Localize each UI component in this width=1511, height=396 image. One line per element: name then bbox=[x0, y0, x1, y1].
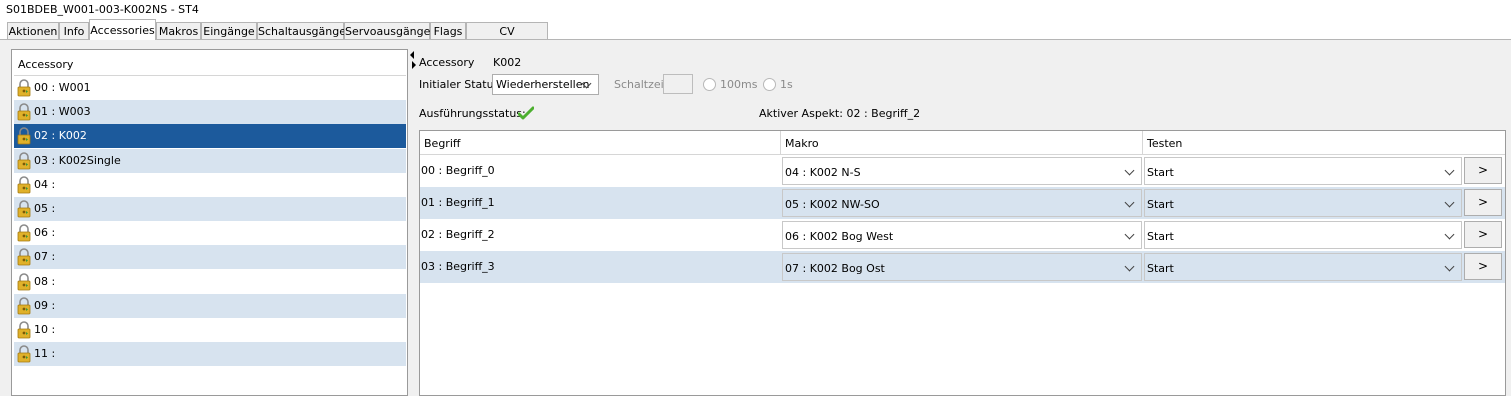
window-titlebar: S01BDEB_W001-003-K002NS - ST4 bbox=[0, 0, 1511, 18]
lock-icon bbox=[17, 176, 31, 194]
accessory-item-label: 09 : bbox=[34, 298, 56, 312]
header-makro[interactable]: Makro bbox=[781, 131, 1143, 155]
makro-select[interactable]: 07 : K002 Bog Ost bbox=[782, 253, 1142, 281]
makro-select[interactable]: 06 : K002 Bog West bbox=[782, 221, 1142, 249]
table-row[interactable]: 01 : Begriff_1 05 : K002 NW-SO Start > bbox=[420, 187, 1505, 219]
accessory-list-item[interactable]: 08 : bbox=[14, 269, 406, 294]
makro-select[interactable]: 04 : K002 N-S bbox=[782, 157, 1142, 185]
accessory-list-item[interactable]: 05 : bbox=[14, 197, 406, 221]
accessory-list-item[interactable]: 10 : bbox=[14, 318, 406, 342]
header-testen[interactable]: Testen bbox=[1143, 131, 1505, 155]
accessory-list-item[interactable]: 09 : bbox=[14, 293, 406, 318]
accessory-item-label: 06 : bbox=[34, 226, 56, 240]
table-row[interactable]: 00 : Begriff_0 04 : K002 N-S Start > bbox=[420, 155, 1505, 187]
lock-icon bbox=[17, 103, 31, 121]
lock-icon bbox=[17, 79, 31, 97]
begriff-cell: 02 : Begriff_2 bbox=[421, 228, 495, 241]
testen-select[interactable]: Start bbox=[1144, 157, 1462, 185]
tab-servoausgaenge[interactable]: Servoausgänge bbox=[344, 22, 430, 39]
accessory-list-item[interactable]: 02 : K002 bbox=[14, 124, 406, 149]
collapse-right-arrow-icon[interactable] bbox=[412, 61, 416, 69]
accessory-list-item[interactable]: 06 : bbox=[14, 221, 406, 246]
tab-flags[interactable]: Flags bbox=[430, 22, 466, 39]
lock-icon bbox=[17, 297, 31, 315]
chevron-down-icon bbox=[1444, 197, 1455, 208]
accessory-item-label: 03 : K002Single bbox=[34, 153, 121, 167]
test-run-button[interactable]: > bbox=[1464, 253, 1502, 280]
accessory-list-item[interactable]: 04 : bbox=[14, 172, 406, 197]
accessory-item-label: 05 : bbox=[34, 202, 56, 215]
accessory-item-label: 10 : bbox=[34, 323, 56, 336]
accessory-list-item[interactable]: 00 : W001 bbox=[14, 76, 406, 100]
testen-select[interactable]: Start bbox=[1144, 253, 1462, 281]
check-icon bbox=[518, 106, 534, 120]
testen-select[interactable]: Start bbox=[1144, 189, 1462, 217]
chevron-down-icon bbox=[1124, 197, 1135, 208]
begriff-cell: 03 : Begriff_3 bbox=[421, 260, 495, 273]
accessory-list-item[interactable]: 07 : bbox=[14, 245, 406, 270]
tab-aktionen[interactable]: Aktionen bbox=[7, 22, 59, 39]
accessory-list-header: Accessory bbox=[14, 53, 406, 76]
tab-info[interactable]: Info bbox=[59, 22, 89, 39]
accessory-item-label: 02 : K002 bbox=[34, 129, 87, 143]
radio-100ms-label: 100ms bbox=[720, 78, 758, 91]
schaltzeit-input[interactable] bbox=[663, 74, 693, 94]
accessory-list-item[interactable]: 11 : bbox=[14, 342, 406, 367]
active-aspect: Aktiver Aspekt: 02 : Begriff_2 bbox=[759, 107, 921, 120]
begriff-cell: 01 : Begriff_1 bbox=[421, 196, 495, 209]
accessory-list-item[interactable]: 03 : K002Single bbox=[14, 148, 406, 173]
panel-splitter[interactable] bbox=[409, 49, 417, 396]
lock-icon bbox=[17, 248, 31, 266]
testen-select[interactable]: Start bbox=[1144, 221, 1462, 249]
lock-icon bbox=[17, 272, 31, 290]
lock-icon bbox=[17, 321, 31, 339]
test-run-button[interactable]: > bbox=[1464, 221, 1502, 248]
tab-schaltausgaenge[interactable]: Schaltausgänge bbox=[257, 22, 346, 39]
tab-makros[interactable]: Makros bbox=[156, 22, 201, 39]
accessory-list-item[interactable]: 01 : W003 bbox=[14, 100, 406, 125]
chevron-down-icon bbox=[1444, 261, 1455, 272]
accessory-value: K002 bbox=[493, 56, 522, 69]
accessory-item-label: 01 : W003 bbox=[34, 105, 91, 119]
lock-icon bbox=[17, 345, 31, 363]
initial-status-label: Initialer Status bbox=[419, 78, 500, 91]
test-run-button[interactable]: > bbox=[1464, 157, 1502, 184]
radio-100ms[interactable] bbox=[703, 78, 716, 91]
chevron-down-icon bbox=[1444, 229, 1455, 240]
accessory-item-label: 11 : bbox=[34, 347, 56, 361]
accessory-item-label: 07 : bbox=[34, 250, 56, 264]
radio-1s-label: 1s bbox=[780, 78, 793, 91]
schaltzeit-label: Schaltzeit bbox=[614, 78, 669, 91]
chevron-down-icon bbox=[1124, 165, 1135, 176]
window-title: S01BDEB_W001-003-K002NS - ST4 bbox=[6, 3, 199, 16]
tab-eingaenge[interactable]: Eingänge bbox=[201, 22, 257, 39]
accessory-item-label: 04 : bbox=[34, 177, 56, 191]
exec-status-label: Ausführungsstatus: bbox=[419, 107, 526, 120]
tab-accessories[interactable]: Accessories bbox=[89, 19, 156, 40]
lock-icon bbox=[17, 224, 31, 242]
lock-icon bbox=[17, 200, 31, 218]
makro-select[interactable]: 05 : K002 NW-SO bbox=[782, 189, 1142, 217]
header-begriff[interactable]: Begriff bbox=[420, 131, 781, 155]
accessory-label: Accessory bbox=[419, 56, 475, 69]
chevron-down-icon bbox=[1124, 229, 1135, 240]
collapse-left-arrow-icon[interactable] bbox=[410, 51, 414, 59]
accessory-item-label: 08 : bbox=[34, 274, 56, 288]
lock-icon bbox=[17, 151, 31, 169]
initial-status-select[interactable]: Wiederherstellen bbox=[492, 74, 599, 95]
chevron-down-icon bbox=[1124, 261, 1135, 272]
tab-cv-definitionen[interactable]: CV Definitionen bbox=[466, 22, 548, 55]
table-row[interactable]: 03 : Begriff_3 07 : K002 Bog Ost Start > bbox=[420, 251, 1505, 283]
lock-icon bbox=[17, 127, 31, 145]
begriff-cell: 00 : Begriff_0 bbox=[421, 164, 495, 177]
table-row[interactable]: 02 : Begriff_2 06 : K002 Bog West Start > bbox=[420, 219, 1505, 251]
chevron-down-icon bbox=[1444, 165, 1455, 176]
accessory-item-label: 00 : W001 bbox=[34, 81, 91, 94]
radio-1s[interactable] bbox=[763, 78, 776, 91]
test-run-button[interactable]: > bbox=[1464, 189, 1502, 216]
